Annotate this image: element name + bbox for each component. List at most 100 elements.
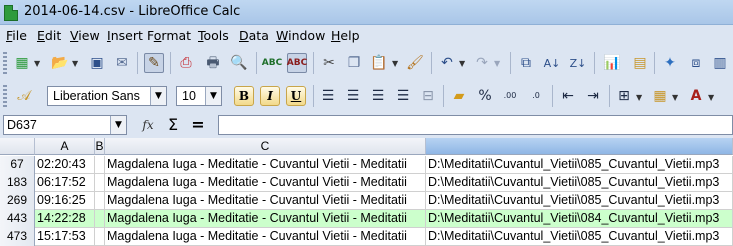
- cell-path[interactable]: D:\Meditatii\Cuvantul_Vietii\084_Cuvantu…: [426, 210, 733, 228]
- menu-window[interactable]: Window: [276, 28, 325, 43]
- column-header-d[interactable]: [426, 138, 733, 155]
- navigator-icon[interactable]: ⧉: [516, 53, 536, 73]
- align-center-icon[interactable]: ☰: [343, 86, 363, 106]
- new-document-icon[interactable]: ▦: [12, 53, 32, 73]
- merge-cells-icon[interactable]: ⊟: [418, 86, 438, 106]
- add-decimal-icon[interactable]: .0: [526, 86, 546, 106]
- align-right-icon[interactable]: ☰: [368, 86, 388, 106]
- align-left-icon[interactable]: ☰: [318, 86, 338, 106]
- sort-descending-icon[interactable]: Z↓: [568, 53, 588, 73]
- data-sources-icon[interactable]: ▥: [710, 53, 730, 73]
- print-icon[interactable]: 🖶: [203, 53, 223, 73]
- name-box-dropdown-icon[interactable]: ▼: [110, 116, 126, 134]
- spreadsheet-grid[interactable]: A B C 67 02:20:43 Magdalena Iuga - Medit…: [0, 138, 733, 246]
- undo-icon[interactable]: ↶: [437, 53, 457, 73]
- new-dropdown-icon[interactable]: ▼: [34, 59, 40, 68]
- cell-path[interactable]: D:\Meditatii\Cuvantul_Vietii\085_Cuvantu…: [426, 174, 733, 192]
- cell-time[interactable]: 06:17:52: [35, 174, 95, 192]
- cell-time[interactable]: 02:20:43: [35, 156, 95, 174]
- undo-dropdown-icon[interactable]: ▼: [459, 59, 465, 68]
- cell-title[interactable]: Magdalena Iuga - Meditatie - Cuvantul Vi…: [105, 192, 426, 210]
- sum-icon[interactable]: Σ: [163, 115, 183, 135]
- row-header[interactable]: 443: [0, 210, 35, 228]
- insert-image-icon[interactable]: ▤: [630, 53, 650, 73]
- row-header[interactable]: 67: [0, 156, 35, 174]
- toolbar-grip[interactable]: [3, 52, 7, 74]
- menu-insert[interactable]: Insert: [107, 28, 143, 43]
- name-box[interactable]: D637 ▼: [3, 115, 127, 135]
- cell-title[interactable]: Magdalena Iuga - Meditatie - Cuvantul Vi…: [105, 174, 426, 192]
- bold-button[interactable]: B: [234, 86, 254, 106]
- open-folder-icon[interactable]: 📂: [50, 53, 70, 73]
- menu-edit[interactable]: Edit: [37, 28, 61, 43]
- column-header-b[interactable]: B: [95, 138, 105, 155]
- cell-title[interactable]: Magdalena Iuga - Meditatie - Cuvantul Vi…: [105, 156, 426, 174]
- print-preview-icon[interactable]: 🔍: [229, 53, 249, 73]
- number-format-standard-icon[interactable]: .00: [500, 86, 520, 106]
- spellcheck-icon[interactable]: ABC: [262, 53, 282, 73]
- function-wizard-icon[interactable]: fx: [138, 115, 158, 135]
- cell-b[interactable]: [95, 192, 105, 210]
- justify-icon[interactable]: ☰: [393, 86, 413, 106]
- styles-formatting-icon[interactable]: 𝒜: [14, 86, 34, 106]
- row-header[interactable]: 473: [0, 228, 35, 246]
- column-header-c[interactable]: C: [105, 138, 426, 155]
- paste-icon[interactable]: 📋: [369, 53, 389, 73]
- menu-view[interactable]: View: [70, 28, 100, 43]
- borders-dropdown-icon[interactable]: ▼: [636, 93, 642, 102]
- show-draw-functions-icon[interactable]: ⧈: [686, 53, 706, 73]
- menu-data[interactable]: Data: [239, 28, 269, 43]
- font-name-dropdown-icon[interactable]: ▼: [150, 87, 166, 105]
- font-size-combobox[interactable]: 10 ▼: [176, 86, 222, 106]
- cell-b[interactable]: [95, 228, 105, 246]
- save-icon[interactable]: ▣: [87, 53, 107, 73]
- cell-title[interactable]: Magdalena Iuga - Meditatie - Cuvantul Vi…: [105, 228, 426, 246]
- cell-time[interactable]: 09:16:25: [35, 192, 95, 210]
- menu-format[interactable]: Format: [147, 28, 191, 43]
- paste-dropdown-icon[interactable]: ▼: [392, 59, 398, 68]
- decrease-indent-icon[interactable]: ⇤: [558, 86, 578, 106]
- cell-time[interactable]: 14:22:28: [35, 210, 95, 228]
- insert-chart-icon[interactable]: 📊: [602, 53, 622, 73]
- cut-icon[interactable]: ✂: [319, 53, 339, 73]
- cell-path[interactable]: D:\Meditatii\Cuvantul_Vietii\085_Cuvantu…: [426, 228, 733, 246]
- menu-tools[interactable]: Tools: [198, 28, 229, 43]
- cell-title[interactable]: Magdalena Iuga - Meditatie - Cuvantul Vi…: [105, 210, 426, 228]
- cell-b[interactable]: [95, 156, 105, 174]
- increase-indent-icon[interactable]: ⇥: [583, 86, 603, 106]
- clone-formatting-icon[interactable]: 🖌: [405, 53, 425, 73]
- row-header[interactable]: 183: [0, 174, 35, 192]
- column-header-a[interactable]: A: [35, 138, 95, 155]
- percent-format-icon[interactable]: %: [475, 86, 495, 106]
- italic-button[interactable]: I: [260, 86, 280, 106]
- font-color-icon[interactable]: A: [686, 86, 706, 106]
- cell-path[interactable]: D:\Meditatii\Cuvantul_Vietii\085_Cuvantu…: [426, 192, 733, 210]
- font-color-dropdown-icon[interactable]: ▼: [708, 93, 714, 102]
- open-dropdown-icon[interactable]: ▼: [72, 59, 78, 68]
- menu-file[interactable]: File: [6, 28, 27, 43]
- redo-dropdown-icon[interactable]: ▼: [494, 59, 500, 68]
- font-size-dropdown-icon[interactable]: ▼: [205, 87, 221, 105]
- copy-icon[interactable]: ❐: [344, 53, 364, 73]
- background-color-dropdown-icon[interactable]: ▼: [672, 93, 678, 102]
- font-name-combobox[interactable]: Liberation Sans ▼: [47, 86, 167, 106]
- edit-file-icon[interactable]: ✎: [144, 53, 164, 73]
- export-pdf-icon[interactable]: ⎙: [176, 53, 196, 73]
- row-header[interactable]: 269: [0, 192, 35, 210]
- cell-path[interactable]: D:\Meditatii\Cuvantul_Vietii\085_Cuvantu…: [426, 156, 733, 174]
- borders-icon[interactable]: ⊞: [614, 86, 634, 106]
- cell-b[interactable]: [95, 174, 105, 192]
- menu-help[interactable]: Help: [331, 28, 360, 43]
- redo-icon[interactable]: ↷: [472, 53, 492, 73]
- underline-button[interactable]: U: [286, 86, 306, 106]
- select-all-corner[interactable]: [0, 138, 35, 155]
- function-icon[interactable]: =: [188, 115, 208, 135]
- autospellcheck-icon[interactable]: ABC: [287, 53, 307, 73]
- cell-time[interactable]: 15:17:53: [35, 228, 95, 246]
- find-replace-icon[interactable]: ✦: [660, 53, 680, 73]
- email-icon[interactable]: ✉: [112, 53, 132, 73]
- toolbar-grip[interactable]: [3, 85, 7, 107]
- formula-input[interactable]: [218, 115, 733, 135]
- sort-ascending-icon[interactable]: A↓: [542, 53, 562, 73]
- currency-format-icon[interactable]: ▰: [449, 86, 469, 106]
